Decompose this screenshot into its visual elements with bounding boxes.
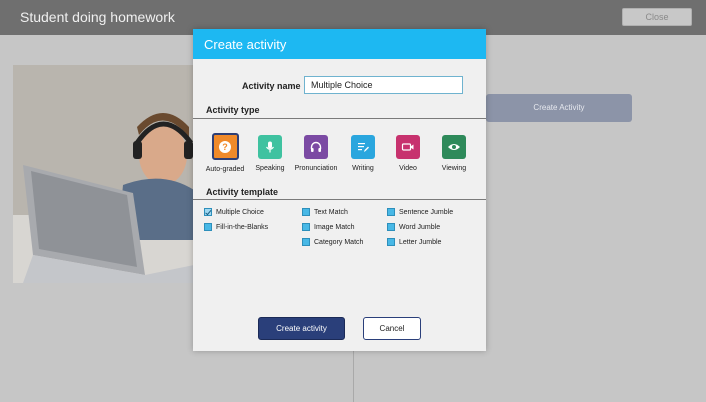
create-activity-dialog: Create activity Activity name Activity t… [193,29,486,351]
activity-name-label: Activity name [242,81,301,91]
activity-type-label: Speaking [255,165,285,172]
template-label: Image Match [314,223,355,231]
student-illustration [13,65,194,283]
template-label: Word Jumble [399,223,441,231]
activity-type-auto-graded[interactable]: ? Auto-graded [200,133,250,173]
activity-type-writing[interactable]: Writing [338,133,388,172]
create-activity-button[interactable]: Create activity [258,317,345,340]
microphone-icon [258,135,282,159]
checkbox[interactable] [302,238,310,246]
template-text-match[interactable]: Text Match [302,207,348,217]
template-fill-in-the-blanks[interactable]: Fill-in-the-Blanks [204,222,268,232]
cancel-button[interactable]: Cancel [363,317,421,340]
template-label: Fill-in-the-Blanks [216,223,269,231]
activity-name-input[interactable] [304,76,463,94]
template-label: Letter Jumble [399,238,442,246]
checkbox[interactable] [302,223,310,231]
activity-type-divider [193,118,486,119]
template-label: Category Match [314,238,364,246]
activity-type-list: ? Auto-graded Speaking Pronunciation Wri… [193,133,486,181]
template-label: Sentence Jumble [399,208,454,216]
pencil-lines-icon [351,135,375,159]
video-camera-icon [396,135,420,159]
checkbox[interactable] [387,238,395,246]
activity-template-heading: Activity template [206,187,279,197]
template-image-match[interactable]: Image Match [302,222,354,232]
checkbox[interactable] [302,208,310,216]
question-icon: ? [211,133,239,160]
template-multiple-choice[interactable]: Multiple Choice [204,207,264,217]
app-title: Student doing homework [20,9,175,25]
eye-icon [442,135,466,159]
background-create-activity-button[interactable]: Create Activity [486,94,632,122]
activity-type-viewing[interactable]: Viewing [429,133,479,172]
activity-type-video[interactable]: Video [383,133,433,172]
activity-type-label: Viewing [441,165,467,172]
activity-type-pronunciation[interactable]: Pronunciation [291,133,341,172]
template-sentence-jumble[interactable]: Sentence Jumble [387,207,453,217]
template-letter-jumble[interactable]: Letter Jumble [387,237,441,247]
template-word-jumble[interactable]: Word Jumble [387,222,440,232]
close-button[interactable]: Close [622,8,692,26]
activity-type-speaking[interactable]: Speaking [245,133,295,172]
svg-text:?: ? [222,142,228,152]
activity-type-label: Video [399,165,417,172]
checkbox[interactable] [387,208,395,216]
checkbox[interactable] [204,223,212,231]
template-label: Multiple Choice [216,208,264,216]
activity-type-label: Auto-graded [205,166,245,173]
checkbox[interactable] [204,208,212,216]
template-category-match[interactable]: Category Match [302,237,363,247]
template-label: Text Match [314,208,348,216]
checkbox[interactable] [387,223,395,231]
dialog-title: Create activity [193,29,486,59]
activity-type-heading: Activity type [206,105,260,115]
activity-type-label: Pronunciation [294,165,338,172]
headphones-icon [304,135,328,159]
activity-type-label: Writing [352,165,374,172]
student-photo [13,65,194,283]
activity-template-divider [193,199,486,200]
